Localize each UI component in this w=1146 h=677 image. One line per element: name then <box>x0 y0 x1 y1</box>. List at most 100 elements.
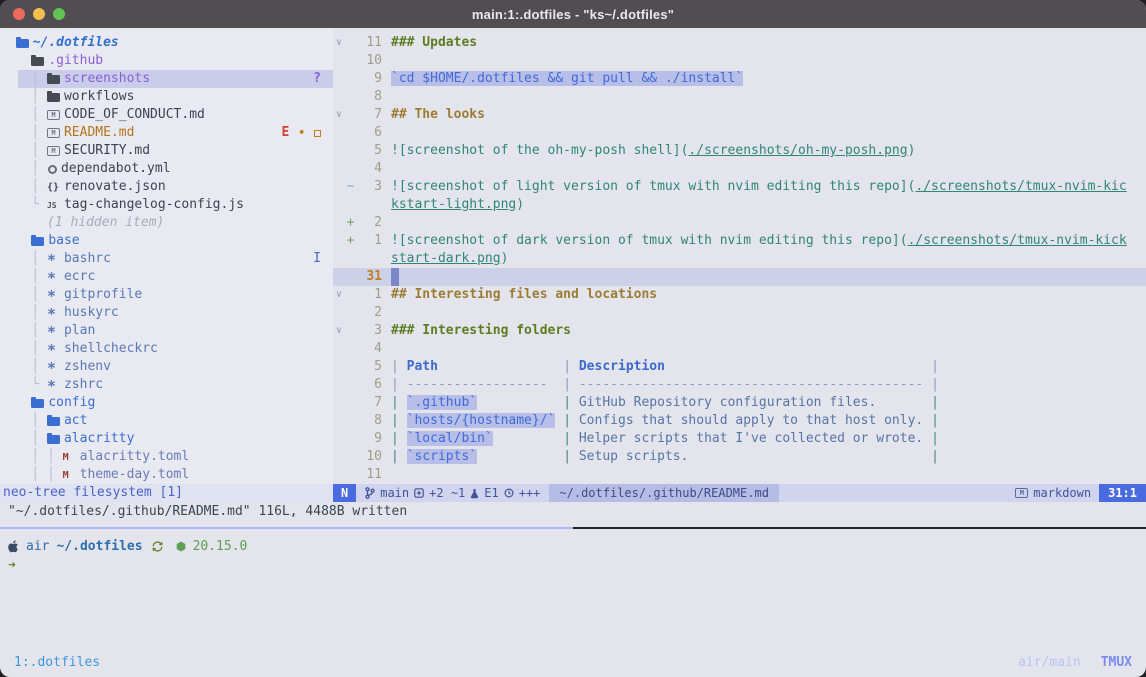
fold-marker <box>333 178 345 196</box>
editor-line[interactable]: +1![screenshot of dark version of tmux w… <box>333 232 1146 250</box>
tree-item-security.md[interactable]: │ SECURITY.md <box>0 142 333 160</box>
syntax-pipe: | <box>563 377 579 392</box>
tree-item-ecrc[interactable]: │ ecrc <box>0 268 333 286</box>
syntax-h3: ### Updates <box>391 35 477 50</box>
tree-indent-guide <box>0 52 31 70</box>
fold-marker <box>333 394 345 412</box>
editor-line[interactable]: ∨ 1## Interesting files and locations <box>333 286 1146 304</box>
editor-pane[interactable]: ∨ 11### Updates 10 9`cd $HOME/.dotfiles … <box>333 28 1146 484</box>
tree-item-~.dotfiles[interactable]: ~/.dotfiles <box>0 34 333 52</box>
syntax-pipe: | <box>931 359 939 374</box>
tmux-status-bar: 1:.dotfiles air/main TMUX <box>0 647 1146 677</box>
line-text: ### Updates <box>382 34 477 52</box>
syntax-tpipe: | <box>931 413 939 428</box>
close-button[interactable] <box>13 8 25 20</box>
tmux-label: TMUX <box>1101 655 1132 670</box>
editor-line[interactable]: 5| Path | Description | <box>333 358 1146 376</box>
neotree-status-text: neo-tree filesystem [1] <box>3 485 183 500</box>
editor-line[interactable]: 2 <box>333 304 1146 322</box>
tree-item-tag-changelog-config.js[interactable]: └ tag-changelog-config.js <box>0 196 333 214</box>
editor-line[interactable]: ∨ 11### Updates <box>333 34 1146 52</box>
line-number: 11 <box>356 34 382 52</box>
editor-line[interactable]: 4 <box>333 340 1146 358</box>
syntax-th: Description <box>579 359 665 374</box>
tree-label: README.md <box>64 124 134 142</box>
syntax-plain <box>923 413 931 428</box>
syntax-h2: ## The looks <box>391 107 485 122</box>
syntax-code: `hosts/{hostname}/` <box>407 413 556 428</box>
fold-marker <box>333 448 345 466</box>
tree-item-config[interactable]: config <box>0 394 333 412</box>
syntax-pipe: | <box>391 377 407 392</box>
tree-item-zshenv[interactable]: │ zshenv <box>0 358 333 376</box>
tree-label: alacritty <box>64 430 134 448</box>
cursor-block <box>391 268 399 286</box>
editor-line[interactable]: 8| `hosts/{hostname}/` | Configs that sh… <box>333 412 1146 430</box>
git-sign <box>345 466 356 484</box>
tmux-window-tab[interactable]: 1:.dotfiles <box>14 655 100 670</box>
editor-line[interactable]: +2 <box>333 214 1146 232</box>
git-sign <box>345 322 356 340</box>
tree-item-readme.md[interactable]: │ README.mdE• <box>0 124 333 142</box>
tree-item-alacritty.toml[interactable]: │ │ alacritty.toml <box>0 448 333 466</box>
editor-line[interactable]: 4 <box>333 160 1146 178</box>
line-number: 6 <box>356 124 382 142</box>
editor-cursor-line[interactable]: 31 <box>333 268 1146 286</box>
editor-line[interactable]: 9`cd $HOME/.dotfiles && git pull && ./in… <box>333 70 1146 88</box>
tree-item-bashrc[interactable]: │ bashrcI <box>0 250 333 268</box>
line-text: `cd $HOME/.dotfiles && git pull && ./ins… <box>382 70 743 88</box>
git-status-badges: E• <box>273 124 333 142</box>
editor-line[interactable]: ∨ 7## The looks <box>333 106 1146 124</box>
editor-line[interactable]: 5![screenshot of the oh-my-posh shell](.… <box>333 142 1146 160</box>
line-number: 8 <box>356 88 382 106</box>
tree-item-1hiddenitem[interactable]: (1 hidden item) <box>0 214 333 232</box>
editor-wrap-line[interactable]: start-dark.png) <box>333 250 1146 268</box>
tree-label: zshrc <box>64 376 103 394</box>
tree-item-theme-day.toml[interactable]: │ │ theme-day.toml <box>0 466 333 484</box>
editor-wrap-line[interactable]: kstart-light.png) <box>333 196 1146 214</box>
tree-item-gitprofile[interactable]: │ gitprofile <box>0 286 333 304</box>
editor-line[interactable]: 10| `scripts` | Setup scripts. | <box>333 448 1146 466</box>
line-number: 10 <box>356 52 382 70</box>
tree-item-plan[interactable]: │ plan <box>0 322 333 340</box>
tree-item-.github[interactable]: .github <box>0 52 333 70</box>
editor-line[interactable]: ∨ 3### Interesting folders <box>333 322 1146 340</box>
tree-item-zshrc[interactable]: └ zshrc <box>0 376 333 394</box>
editor-line[interactable]: 7| `.github` | GitHub Repository configu… <box>333 394 1146 412</box>
filetype-label: markdown <box>1033 484 1091 502</box>
syntax-tpipe: | <box>391 395 407 410</box>
tree-indent-guide <box>0 394 31 412</box>
tree-item-codeofconduct.md[interactable]: │ CODE_OF_CONDUCT.md <box>0 106 333 124</box>
editor-line[interactable]: 11 <box>333 466 1146 484</box>
editor-line[interactable]: 6 <box>333 124 1146 142</box>
tree-label: screenshots <box>64 70 150 88</box>
editor-line[interactable]: 10 <box>333 52 1146 70</box>
tree-item-dependabot.yml[interactable]: │ dependabot.yml <box>0 160 333 178</box>
syntax-pipe: | <box>563 359 579 374</box>
zoom-button[interactable] <box>53 8 65 20</box>
git-sign <box>345 448 356 466</box>
tree-item-workflows[interactable]: │ workflows <box>0 88 333 106</box>
tree-item-screenshots[interactable]: │ screenshots? <box>0 70 333 88</box>
git-sign <box>345 160 356 178</box>
editor-line[interactable]: 8 <box>333 88 1146 106</box>
tree-indent-guide: │ <box>0 178 47 196</box>
git-sign <box>345 250 356 268</box>
tree-item-act[interactable]: │ act <box>0 412 333 430</box>
fold-marker <box>333 196 345 214</box>
editor-line[interactable]: 6| ------------------ | ----------------… <box>333 376 1146 394</box>
gear-icon <box>48 165 57 174</box>
minimize-button[interactable] <box>33 8 45 20</box>
tree-item-alacritty[interactable]: │ alacritty <box>0 430 333 448</box>
tree-item-huskyrc[interactable]: │ huskyrc <box>0 304 333 322</box>
tree-item-shellcheckrc[interactable]: │ shellcheckrc <box>0 340 333 358</box>
tree-item-renovate.json[interactable]: │ renovate.json <box>0 178 333 196</box>
prompt-input-line[interactable]: ➜ <box>8 555 1146 573</box>
editor-line[interactable]: 9| `local/bin` | Helper scripts that I'v… <box>333 430 1146 448</box>
shell-pane[interactable]: air ~/.dotfiles 20.15.0 ➜ <box>0 529 1146 647</box>
syntax-th: Path <box>407 359 438 374</box>
editor-line[interactable]: ~3![screenshot of light version of tmux … <box>333 178 1146 196</box>
line-number: 1 <box>356 286 382 304</box>
tree-item-base[interactable]: base <box>0 232 333 250</box>
line-text: kstart-light.png) <box>382 196 524 214</box>
